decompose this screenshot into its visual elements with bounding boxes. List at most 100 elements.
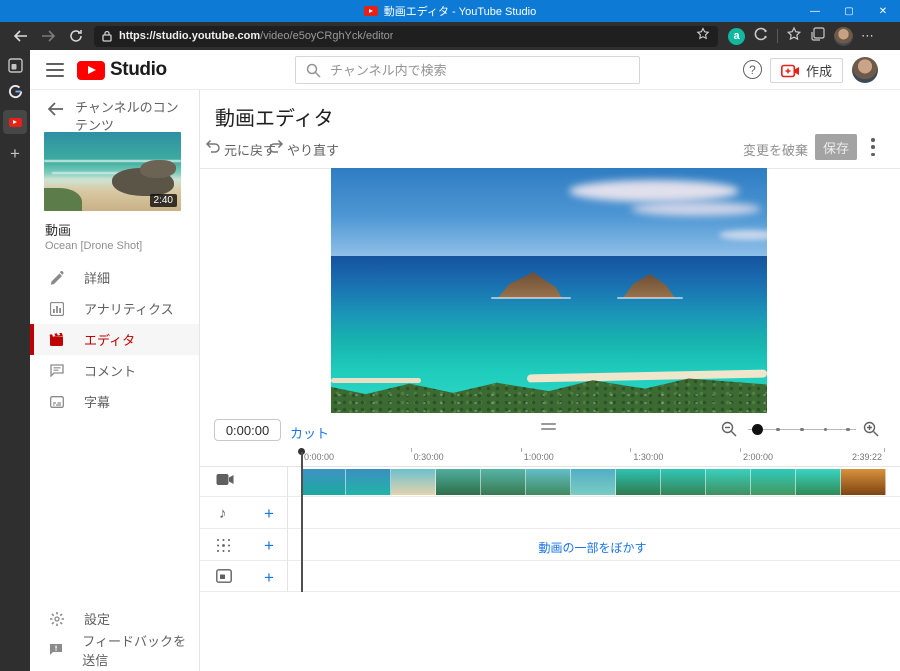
youtube-tab-active[interactable]	[3, 110, 27, 134]
filmstrip-frame[interactable]	[526, 469, 571, 495]
sidebar-item-feedback[interactable]: フィードバックを送信	[30, 634, 199, 665]
zoom-slider-dot[interactable]	[776, 428, 780, 432]
beach-sand	[331, 378, 421, 383]
sidebar-item-label: 設定	[84, 609, 110, 628]
studio-logo[interactable]: Studio	[77, 59, 167, 81]
settings-more-icon[interactable]: ⋯	[861, 28, 875, 44]
favorites-icon[interactable]	[786, 26, 802, 47]
undo-icon[interactable]	[205, 139, 221, 158]
sidebar-item-details[interactable]: 詳細	[30, 262, 199, 293]
blur-track[interactable]: + 動画の一部をぼかす	[200, 529, 900, 561]
filmstrip-frame[interactable]	[346, 469, 391, 495]
sidebar-item-subtitles[interactable]: 字幕	[30, 386, 199, 417]
back-arrow-icon[interactable]	[47, 102, 64, 121]
filmstrip-frame[interactable]	[796, 469, 841, 495]
zoom-slider-dot[interactable]	[824, 428, 828, 432]
zoom-slider-track[interactable]	[748, 429, 856, 430]
zoom-slider-dot[interactable]	[846, 428, 850, 432]
channel-search[interactable]	[295, 56, 640, 84]
zoom-slider-knob[interactable]	[752, 424, 763, 435]
close-button[interactable]: ✕	[866, 0, 900, 22]
filmstrip-frame[interactable]	[661, 469, 706, 495]
filmstrip-frame[interactable]	[436, 469, 481, 495]
thumb-rocks	[140, 160, 176, 178]
channel-content-label[interactable]: チャンネルのコンテンツ	[75, 99, 191, 134]
sidebar-item-analytics[interactable]: アナリティクス	[30, 293, 199, 324]
timeline-ruler[interactable]: 0:00:00 0:30:00 1:00:00 1:30:00 2:00:00 …	[200, 445, 900, 467]
extension-c-icon[interactable]	[753, 26, 769, 47]
browser-profile-avatar[interactable]	[834, 27, 853, 46]
panel-drag-handle[interactable]	[541, 423, 556, 430]
filmstrip-frame[interactable]	[391, 469, 436, 495]
filmstrip[interactable]	[301, 469, 886, 495]
zoom-in-icon[interactable]	[863, 421, 879, 442]
tab-pane-icon[interactable]	[8, 58, 23, 73]
filmstrip-frame[interactable]	[841, 469, 886, 495]
filmstrip-frame[interactable]	[706, 469, 751, 495]
endscreen-track[interactable]: +	[200, 561, 900, 592]
add-audio-button[interactable]: +	[260, 505, 278, 522]
maximize-button[interactable]: ▢	[832, 0, 866, 22]
filmstrip-frame[interactable]	[481, 469, 526, 495]
editor-main: 動画エディタ 元に戻す やり直す 変更を破棄 保存	[200, 90, 900, 671]
tab-title: 動画エディタ - YouTube Studio	[384, 3, 536, 19]
filmstrip-frame[interactable]	[616, 469, 661, 495]
back-icon[interactable]	[6, 24, 34, 48]
add-blur-button[interactable]: +	[260, 537, 278, 554]
studio-logo-text: Studio	[110, 59, 167, 81]
redo-icon[interactable]	[268, 139, 284, 158]
sidebar-item-label: 詳細	[84, 268, 110, 287]
search-input[interactable]	[330, 63, 629, 78]
lock-icon	[102, 30, 112, 42]
playhead-line[interactable]	[301, 452, 303, 592]
comment-icon	[48, 364, 65, 377]
refresh-icon[interactable]	[62, 24, 90, 48]
account-avatar[interactable]	[852, 57, 878, 83]
endscreen-icon	[216, 569, 232, 588]
save-button[interactable]: 保存	[815, 134, 857, 160]
video-preview[interactable]	[331, 168, 767, 413]
discard-changes-button[interactable]: 変更を破棄	[743, 140, 808, 159]
minimize-button[interactable]: —	[798, 0, 832, 22]
page-title: 動画エディタ	[215, 102, 334, 131]
filmstrip-frame[interactable]	[301, 469, 346, 495]
navbar-divider	[777, 29, 778, 43]
favorite-star-icon[interactable]	[696, 27, 710, 46]
feedback-icon	[48, 643, 63, 656]
google-tab-icon[interactable]	[8, 84, 23, 99]
filmstrip-frame[interactable]	[571, 469, 616, 495]
sidebar-item-comments[interactable]: コメント	[30, 355, 199, 386]
video-track[interactable]	[200, 467, 900, 497]
collections-icon[interactable]	[810, 26, 826, 47]
cut-button[interactable]: カット	[290, 423, 329, 442]
timecode-input[interactable]: 0:00:00	[214, 419, 281, 441]
sidebar-item-editor[interactable]: エディタ	[30, 324, 199, 355]
add-endscreen-button[interactable]: +	[260, 569, 278, 586]
browser-titlebar: 動画エディタ - YouTube Studio — ▢ ✕	[0, 0, 900, 22]
address-bar[interactable]: https://studio.youtube.com/video/e5oyCRg…	[94, 26, 718, 47]
ruler-tick: 1:00:00	[521, 448, 522, 452]
kebab-menu-icon[interactable]	[866, 137, 880, 157]
sidebar-item-settings[interactable]: 設定	[30, 603, 199, 634]
new-tab-plus-icon[interactable]: +	[10, 145, 20, 162]
help-icon[interactable]: ?	[743, 60, 762, 79]
subtitles-icon	[48, 396, 65, 408]
forward-icon[interactable]	[34, 24, 62, 48]
youtube-tab-icon	[9, 118, 22, 127]
zoom-slider-dot[interactable]	[800, 428, 804, 432]
blur-video-link[interactable]: 動画の一部をぼかす	[301, 539, 884, 556]
youtube-logo-icon	[77, 61, 105, 80]
camcorder-icon	[781, 64, 800, 78]
zoom-out-icon[interactable]	[721, 421, 737, 442]
video-thumbnail[interactable]: 2:40	[44, 132, 181, 211]
filmstrip-frame[interactable]	[751, 469, 796, 495]
audio-track[interactable]: ♪ +	[200, 497, 900, 529]
browser-tab[interactable]: 動画エディタ - YouTube Studio	[0, 0, 900, 22]
video-title-label: Ocean [Drone Shot]	[45, 240, 142, 252]
extension-a-icon[interactable]: a	[728, 28, 745, 45]
timeline-controls: 0:00:00 カット	[200, 413, 900, 446]
create-button[interactable]: 作成	[770, 58, 843, 83]
island-foam	[617, 297, 683, 299]
redo-label[interactable]: やり直す	[287, 140, 339, 159]
menu-hamburger-icon[interactable]	[46, 63, 64, 77]
